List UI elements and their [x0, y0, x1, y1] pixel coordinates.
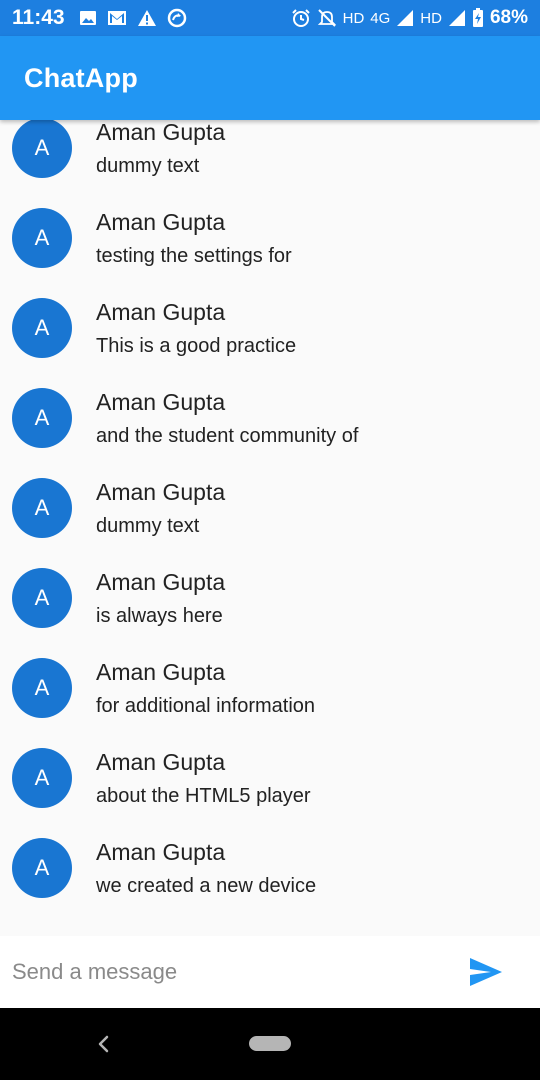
back-button[interactable] [92, 1032, 116, 1056]
message-item[interactable]: A Aman Gupta we created a new device [0, 818, 540, 908]
sender-name: Aman Gupta [96, 479, 226, 505]
message-item[interactable]: A Aman Gupta testing the settings for [0, 188, 540, 278]
message-item[interactable]: A Aman Gupta and the student community o… [0, 368, 540, 458]
battery-charging-icon [472, 8, 484, 28]
send-icon [470, 958, 502, 986]
message-text: we created a new device [96, 875, 317, 897]
app-bar: ChatApp [0, 36, 540, 120]
avatar: A [12, 388, 72, 448]
message-item[interactable]: A Aman Gupta about the HTML5 player [0, 728, 540, 818]
avatar: A [12, 838, 72, 898]
battery-percent: 68% [489, 7, 528, 28]
sender-name: Aman Gupta [96, 120, 226, 145]
status-time: 11:43 [12, 6, 65, 29]
sender-name: Aman Gupta [96, 659, 226, 685]
network-label: 4G [370, 9, 391, 27]
message-item[interactable]: A Aman Gupta dummy text [0, 120, 540, 188]
sender-name: Aman Gupta [96, 839, 226, 865]
status-left: 11:43 [12, 6, 187, 30]
message-item[interactable]: A Aman Gupta dummy text [0, 458, 540, 548]
avatar: A [12, 658, 72, 718]
message-text: and the student community of [96, 425, 359, 447]
message-text: dummy text [96, 155, 200, 177]
avatar: A [12, 298, 72, 358]
mute-icon [317, 8, 337, 28]
app-title: ChatApp [24, 62, 138, 93]
avatar: A [12, 568, 72, 628]
message-text: dummy text [96, 515, 200, 537]
navigation-bar [0, 1008, 540, 1080]
status-right: HD 4G HD 68% [291, 7, 528, 29]
message-item[interactable]: A Aman Gupta for additional information [0, 638, 540, 728]
sync-icon [167, 8, 187, 28]
image-icon [79, 9, 97, 27]
send-button[interactable] [468, 954, 504, 990]
avatar: A [12, 120, 72, 178]
sender-name: Aman Gupta [96, 299, 226, 325]
sender-name: Aman Gupta [96, 749, 226, 775]
message-item[interactable]: A Aman Gupta is always here [0, 548, 540, 638]
warning-icon [137, 9, 157, 27]
sender-name: Aman Gupta [96, 209, 226, 235]
message-item[interactable]: A Aman Gupta This is a good practice [0, 278, 540, 368]
sender-name: Aman Gupta [96, 569, 226, 595]
signal-icon-2 [448, 9, 466, 27]
hd-label-1: HD [342, 9, 365, 27]
message-composer [0, 936, 540, 1008]
message-text: for additional information [96, 695, 316, 717]
gmail-icon [107, 10, 127, 26]
home-button[interactable] [249, 1036, 291, 1051]
status-bar: 11:43 HD 4G HD 68% [0, 0, 540, 36]
chevron-left-icon [98, 1035, 109, 1053]
message-text: is always here [96, 605, 223, 627]
signal-icon-1 [396, 9, 414, 27]
message-list-inner: A Aman Gupta dummy text A Aman Gupta tes… [0, 120, 540, 908]
message-list[interactable]: A Aman Gupta dummy text A Aman Gupta tes… [0, 120, 540, 936]
alarm-icon [291, 8, 311, 28]
message-input[interactable] [12, 959, 432, 985]
avatar: A [12, 478, 72, 538]
message-text: This is a good practice [96, 335, 297, 357]
message-text: about the HTML5 player [96, 785, 311, 807]
hd-label-2: HD [420, 9, 442, 27]
avatar: A [12, 748, 72, 808]
message-text: testing the settings for [96, 245, 292, 267]
avatar: A [12, 208, 72, 268]
sender-name: Aman Gupta [96, 389, 226, 415]
